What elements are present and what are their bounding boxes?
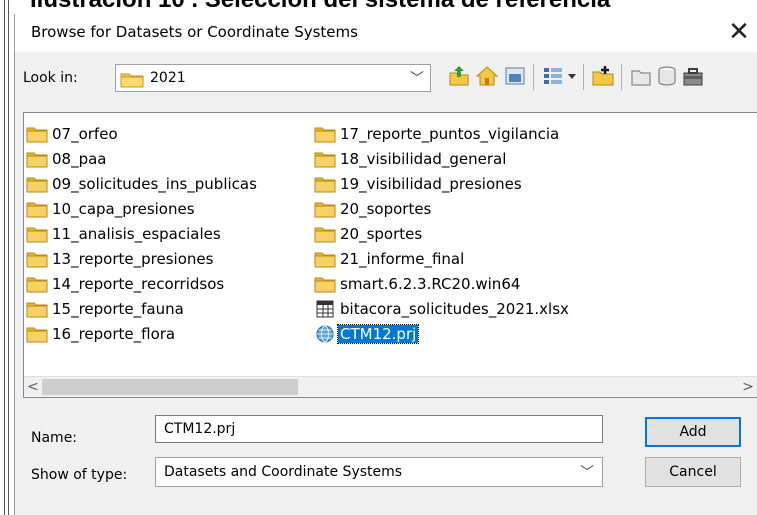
file-list-item[interactable]: 15_reporte_fauna bbox=[26, 298, 186, 320]
file-list-item-label: 21_informe_final bbox=[340, 250, 465, 268]
title-bar: Browse for Datasets or Coordinate System… bbox=[15, 14, 757, 52]
name-label: Name: bbox=[31, 430, 78, 446]
document-edge bbox=[0, 0, 14, 515]
file-list-item-label: 14_reporte_recorridsos bbox=[52, 275, 225, 293]
file-list-item[interactable]: 09_solicitudes_ins_publicas bbox=[26, 173, 259, 195]
view-dropdown-icon[interactable] bbox=[565, 64, 579, 88]
chevron-down-icon: ﹀ bbox=[580, 465, 594, 481]
add-button[interactable]: Add bbox=[645, 417, 741, 447]
file-list-item[interactable]: 08_paa bbox=[26, 148, 109, 170]
type-select[interactable]: Datasets and Coordinate Systems ﹀ bbox=[155, 457, 603, 487]
toolbar-separator bbox=[533, 64, 534, 90]
file-list-item[interactable]: CTM12.prj bbox=[314, 323, 420, 345]
file-list-item[interactable]: 20_soportes bbox=[314, 198, 433, 220]
lookin-value: 2021 bbox=[150, 70, 186, 86]
file-list-item[interactable]: 20_sportes bbox=[314, 223, 424, 245]
file-list-item-label: CTM12.prj bbox=[336, 324, 420, 344]
folder-icon bbox=[26, 277, 48, 293]
file-list-item[interactable]: 17_reporte_puntos_vigilancia bbox=[314, 123, 561, 145]
file-list-item-label: 19_visibilidad_presiones bbox=[340, 175, 522, 193]
file-list-item-label: 18_visibilidad_general bbox=[340, 150, 507, 168]
type-value: Datasets and Coordinate Systems bbox=[164, 464, 403, 480]
folder-icon bbox=[26, 327, 48, 343]
close-icon[interactable]: ✕ bbox=[724, 18, 754, 48]
home-icon[interactable] bbox=[475, 64, 499, 88]
file-list-item-label: 15_reporte_fauna bbox=[52, 300, 184, 318]
folder-icon bbox=[314, 202, 336, 218]
cancel-button[interactable]: Cancel bbox=[645, 457, 741, 487]
folder-icon bbox=[26, 177, 48, 193]
file-list-item-label: 11_analisis_espaciales bbox=[52, 225, 221, 243]
file-list-item[interactable]: 10_capa_presiones bbox=[26, 198, 197, 220]
dialog-title: Browse for Datasets or Coordinate System… bbox=[31, 23, 358, 41]
file-list-item[interactable]: 16_reporte_flora bbox=[26, 323, 177, 345]
connect-folder-icon[interactable] bbox=[591, 64, 615, 88]
file-list-item-label: 10_capa_presiones bbox=[52, 200, 195, 218]
file-list-item[interactable]: smart.6.2.3.RC20.win64 bbox=[314, 273, 522, 295]
scrollbar-thumb[interactable] bbox=[42, 379, 298, 395]
lookin-label: Look in: bbox=[23, 70, 78, 86]
scroll-right-icon[interactable]: > bbox=[739, 377, 757, 397]
file-list-item-label: 08_paa bbox=[52, 150, 107, 168]
browse-dialog: Browse for Datasets or Coordinate System… bbox=[14, 14, 757, 515]
toolbar-separator bbox=[621, 64, 622, 90]
file-list-item-label: 07_orfeo bbox=[52, 125, 118, 143]
folder-icon bbox=[26, 202, 48, 218]
file-list-item[interactable]: 21_informe_final bbox=[314, 248, 466, 270]
file-list-item-label: 09_solicitudes_ins_publicas bbox=[52, 175, 257, 193]
file-list-item[interactable]: 13_reporte_presiones bbox=[26, 248, 215, 270]
folder-icon bbox=[26, 252, 48, 268]
file-list-item-label: 20_sportes bbox=[340, 225, 423, 243]
name-field[interactable]: CTM12.prj bbox=[155, 415, 603, 443]
file-list-item-label: 16_reporte_flora bbox=[52, 325, 176, 343]
toolbar-separator bbox=[583, 64, 584, 90]
file-list[interactable]: 07_orfeo 08_paa 09_solicitudes_ins_publica… bbox=[23, 112, 757, 398]
spreadsheet-icon bbox=[316, 300, 334, 318]
folder-icon bbox=[314, 227, 336, 243]
folder-icon bbox=[26, 127, 48, 143]
file-list-item-label: 20_soportes bbox=[340, 200, 432, 218]
file-list-item[interactable]: 19_visibilidad_presiones bbox=[314, 173, 524, 195]
folder-icon bbox=[314, 127, 336, 143]
folder-icon bbox=[314, 277, 336, 293]
file-list-item[interactable]: 18_visibilidad_general bbox=[314, 148, 508, 170]
folder-icon bbox=[26, 302, 48, 318]
file-list-item[interactable]: 14_reporte_recorridsos bbox=[26, 273, 226, 295]
folder-icon bbox=[314, 177, 336, 193]
horizontal-scrollbar[interactable]: < > bbox=[24, 376, 757, 397]
file-list-item[interactable]: 11_analisis_espaciales bbox=[26, 223, 223, 245]
new-folder-icon[interactable] bbox=[629, 64, 653, 88]
catalog-icon[interactable] bbox=[503, 64, 527, 88]
chevron-down-icon: ﹀ bbox=[410, 71, 424, 87]
type-label: Show of type: bbox=[31, 467, 128, 483]
folder-icon bbox=[26, 227, 48, 243]
file-list-item-label: 13_reporte_presiones bbox=[52, 250, 214, 268]
globe-icon bbox=[316, 325, 334, 343]
file-list-item-label: bitacora_solicitudes_2021.xlsx bbox=[340, 300, 569, 318]
folder-icon bbox=[26, 152, 48, 168]
folder-icon bbox=[314, 152, 336, 168]
figure-caption: Ilustración 10 . Selección del sistema d… bbox=[0, 0, 757, 15]
file-list-item[interactable]: 07_orfeo bbox=[26, 123, 120, 145]
new-geodatabase-icon[interactable] bbox=[655, 64, 679, 88]
file-list-item[interactable]: bitacora_solicitudes_2021.xlsx bbox=[314, 298, 571, 320]
up-folder-icon[interactable] bbox=[447, 64, 471, 88]
folder-icon bbox=[314, 252, 336, 268]
list-view-icon[interactable] bbox=[541, 64, 565, 88]
file-list-item-label: smart.6.2.3.RC20.win64 bbox=[340, 275, 521, 293]
folder-icon bbox=[120, 73, 144, 88]
scroll-left-icon[interactable]: < bbox=[24, 377, 42, 397]
file-list-item-label: 17_reporte_puntos_vigilancia bbox=[340, 125, 560, 143]
new-toolbox-icon[interactable] bbox=[681, 64, 705, 88]
lookin-combobox[interactable]: 2021 ﹀ bbox=[115, 64, 431, 92]
